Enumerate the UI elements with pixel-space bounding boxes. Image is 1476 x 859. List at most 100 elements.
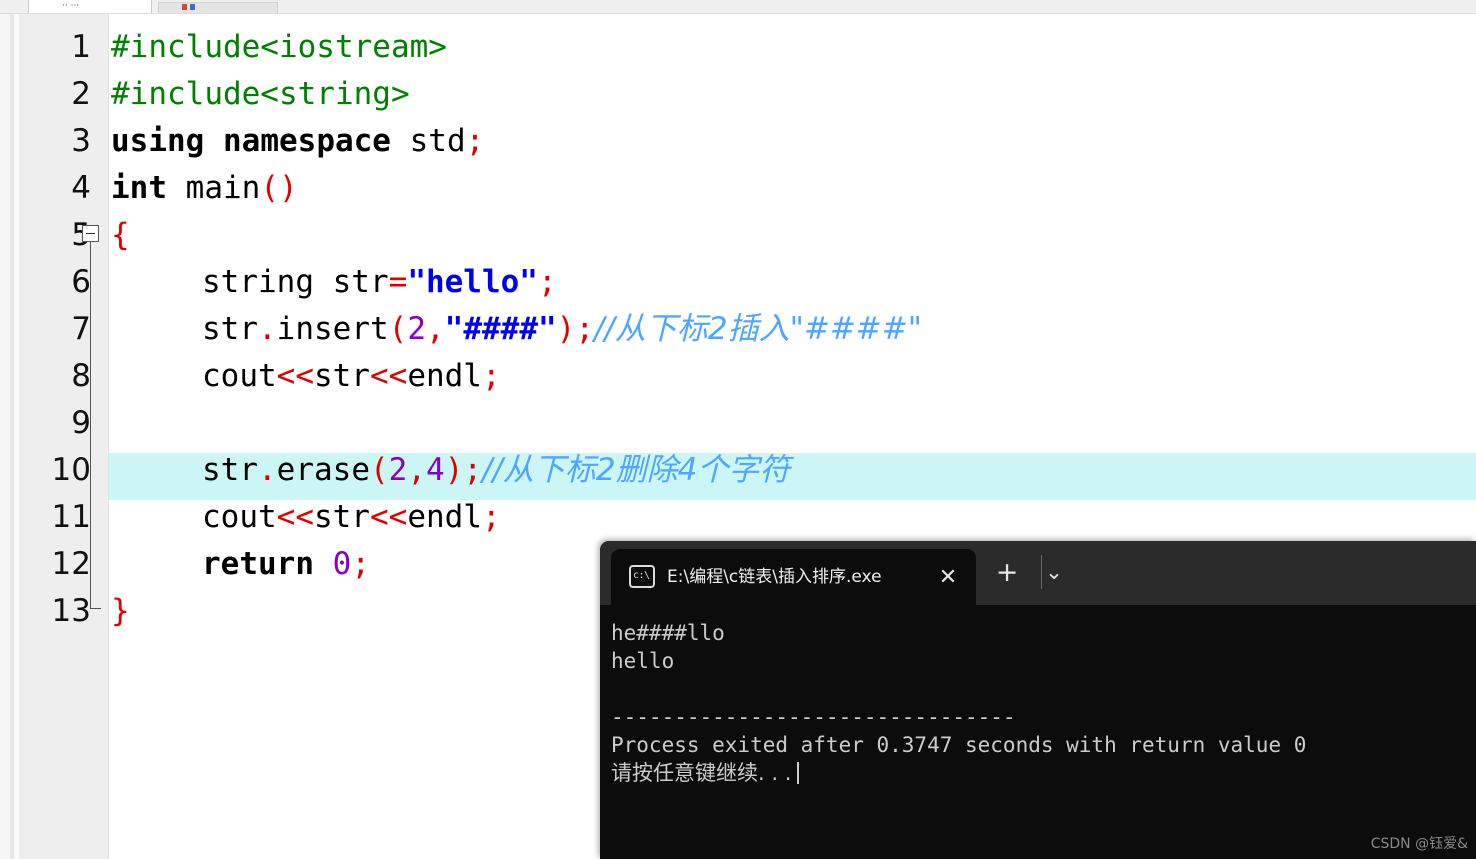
code-token: ; xyxy=(481,499,501,535)
code-token: insert xyxy=(276,311,389,347)
chevron-down-icon[interactable]: ⌄ xyxy=(1038,557,1070,587)
code-line: 6 string str="hello"; xyxy=(0,259,1476,306)
code-line: 5{ xyxy=(0,212,1476,259)
code-token: << xyxy=(369,358,408,394)
code-line-text: #include<string> xyxy=(111,71,410,118)
code-line-text: using namespace std; xyxy=(111,118,484,165)
code-token: //从下标2插入"####" xyxy=(593,311,923,347)
line-number: 11 xyxy=(51,499,91,535)
code-token: () xyxy=(260,170,298,206)
terminal-window[interactable]: c:\ E:\编程\c链表\插入排序.exe ✕ + ⌄ he####llo he… xyxy=(600,541,1476,859)
code-token: ; xyxy=(351,546,370,582)
code-line-text: string str="hello"; xyxy=(202,259,557,306)
marker-dot-red xyxy=(182,4,187,10)
terminal-output[interactable]: he####llo hello --------------------------… xyxy=(600,605,1476,859)
code-line-text: cout<<str<<endl; xyxy=(202,353,501,400)
code-token: . xyxy=(258,452,277,488)
code-token: = xyxy=(388,264,408,300)
fold-guide-line xyxy=(90,242,91,609)
terminal-tab[interactable]: c:\ E:\编程\c链表\插入排序.exe ✕ xyxy=(611,549,976,605)
code-token: ( xyxy=(388,311,408,347)
code-token: } xyxy=(111,593,130,629)
fold-guide-foot xyxy=(90,608,101,609)
line-number: 4 xyxy=(71,170,91,206)
code-token: "hello" xyxy=(407,264,538,300)
line-number: 3 xyxy=(71,123,91,159)
terminal-line: 请按任意键继续. . . xyxy=(611,759,1476,787)
code-token: 4 xyxy=(426,452,445,488)
line-number: 8 xyxy=(71,358,91,394)
tab-inactive[interactable] xyxy=(158,2,278,13)
code-token: ; xyxy=(465,123,485,159)
code-token: return xyxy=(202,546,314,582)
terminal-line-list: he####llo hello --------------------------… xyxy=(611,619,1476,787)
code-token: << xyxy=(369,499,408,535)
code-token: #include<string> xyxy=(111,76,410,112)
code-token: { xyxy=(111,217,130,253)
code-token: ); xyxy=(444,452,483,488)
code-line: 3 using namespace std; xyxy=(0,118,1476,165)
line-number: 10 xyxy=(51,452,91,488)
line-number: 12 xyxy=(51,546,91,582)
code-token: ); xyxy=(556,311,594,347)
code-line-text: { xyxy=(111,212,130,259)
code-line: 10 str.erase(2,4);//从下标2删除4个字符 xyxy=(0,447,1476,494)
code-token: ; xyxy=(481,358,501,394)
code-token: , xyxy=(426,311,445,347)
code-token: str xyxy=(202,311,258,347)
code-line-text: return 0; xyxy=(202,541,370,588)
code-token: std xyxy=(390,123,466,159)
code-line-text: cout<<str<<endl; xyxy=(202,494,501,541)
code-line: 4 int main() xyxy=(0,165,1476,212)
line-number: 1 xyxy=(71,29,91,65)
terminal-tab-title: E:\编程\c链表\插入排序.exe xyxy=(667,567,882,587)
console-icon: c:\ xyxy=(629,565,655,588)
fold-toggle-icon[interactable] xyxy=(82,225,99,242)
code-token: "####" xyxy=(444,311,557,347)
code-line: 9 xyxy=(0,400,1476,447)
code-line-text: str.erase(2,4);//从下标2删除4个字符 xyxy=(202,447,790,494)
code-line: 1 #include<iostream> xyxy=(0,24,1476,71)
code-token: string str xyxy=(202,264,389,300)
code-token: 2 xyxy=(407,311,426,347)
code-line-text: str.insert(2,"####");//从下标2插入"####" xyxy=(202,306,922,353)
code-token: , xyxy=(407,452,427,488)
code-token: str xyxy=(202,452,258,488)
code-line: 8 cout<<str<<endl; xyxy=(0,353,1476,400)
line-number: 5 xyxy=(19,212,91,259)
terminal-line: he####llo xyxy=(611,621,725,645)
code-token: ( xyxy=(370,452,389,488)
terminal-line: -------------------------------- xyxy=(611,705,1016,729)
terminal-cursor xyxy=(797,762,800,784)
code-line-text: #include<iostream> xyxy=(111,24,447,71)
watermark-label: CSDN @钰爱& xyxy=(1370,836,1468,852)
code-token: int xyxy=(111,170,167,206)
close-icon[interactable]: ✕ xyxy=(936,566,960,590)
code-token: erase xyxy=(276,452,370,488)
code-line: 2 #include<string> xyxy=(0,71,1476,118)
code-token: str xyxy=(313,499,370,535)
code-token: namespace xyxy=(223,123,391,159)
new-tab-icon[interactable]: + xyxy=(991,559,1023,587)
terminal-titlebar[interactable]: c:\ E:\编程\c链表\插入排序.exe ✕ + ⌄ xyxy=(600,541,1476,605)
code-token: 0 xyxy=(332,546,352,582)
terminal-line: hello xyxy=(611,649,675,673)
tab-strip-glyph: ·· ··· xyxy=(62,1,80,11)
code-token: << xyxy=(276,499,314,535)
code-token: cout xyxy=(202,358,277,394)
code-token: 2 xyxy=(388,452,408,488)
code-token: main xyxy=(167,170,261,206)
code-token: << xyxy=(276,358,314,394)
marker-dot-blue xyxy=(190,4,195,10)
code-token: str xyxy=(313,358,370,394)
code-line-text: } xyxy=(111,588,130,635)
code-token: using xyxy=(111,123,205,159)
line-number: 2 xyxy=(71,76,91,112)
code-line-text: int main() xyxy=(111,165,298,212)
tab-active[interactable] xyxy=(28,0,152,13)
editor-tab-strip[interactable]: ·· ··· xyxy=(0,0,1476,14)
code-line: 7 str.insert(2,"####");//从下标2插入"####" xyxy=(0,306,1476,353)
